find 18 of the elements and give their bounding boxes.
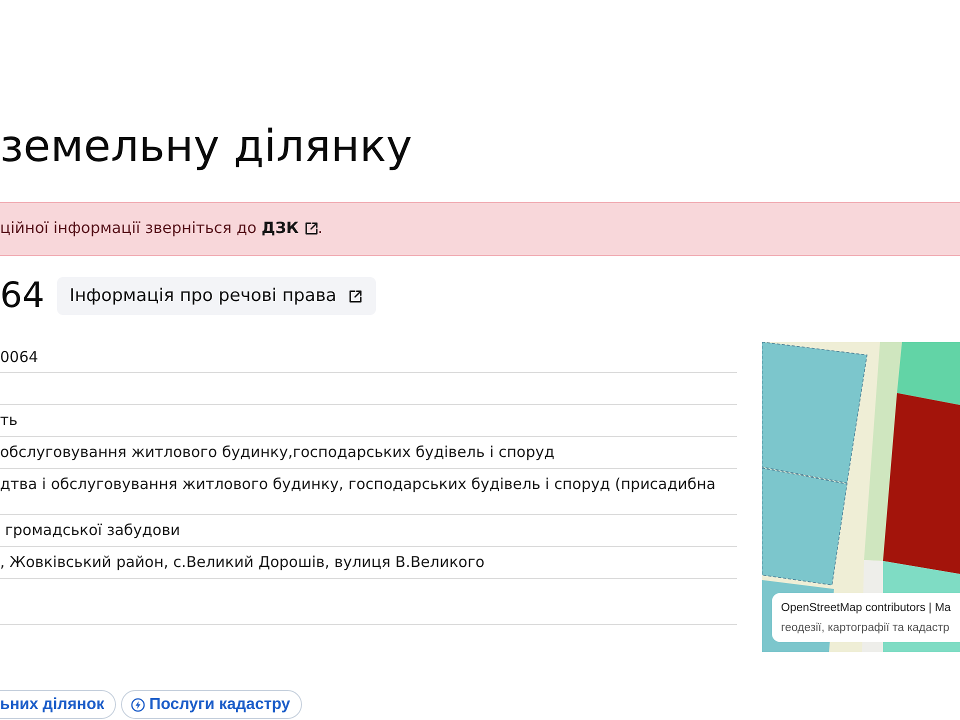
attribution-text: геодезії, картографії та кадастр <box>781 621 950 636</box>
detail-value: ть <box>0 411 18 429</box>
parcel-number: 64 <box>0 276 45 316</box>
detail-value: дтва і обслуговування житлового будинку, господарських будівель і споруд (присадибна <box>0 475 716 493</box>
detail-value: громадської забудови <box>4 521 180 539</box>
detail-value: 0064 <box>0 348 38 366</box>
rights-info-button[interactable]: Інформація про речові права <box>56 277 376 315</box>
attribution-text: OpenStreetMap contributors | Ma <box>781 601 952 616</box>
cadastre-services-button[interactable]: Послуги кадастру <box>121 690 302 719</box>
lightning-circle-icon <box>131 698 146 712</box>
external-link-icon <box>304 222 318 236</box>
dzk-link[interactable]: ДЗК <box>261 217 318 241</box>
parcels-button[interactable]: ьних ділянок <box>0 690 116 719</box>
page-title: земельну ділянку <box>0 120 414 173</box>
detail-value: обслуговування житлового будинку,господарських будівель і споруд <box>0 443 555 461</box>
external-link-icon <box>348 290 362 302</box>
detail-value: , Жовківський район, с.Великий Дорошів, вулиця В.Великого <box>0 553 484 571</box>
alert-text: ційної інформації зверніться до ДЗК . <box>0 217 323 241</box>
